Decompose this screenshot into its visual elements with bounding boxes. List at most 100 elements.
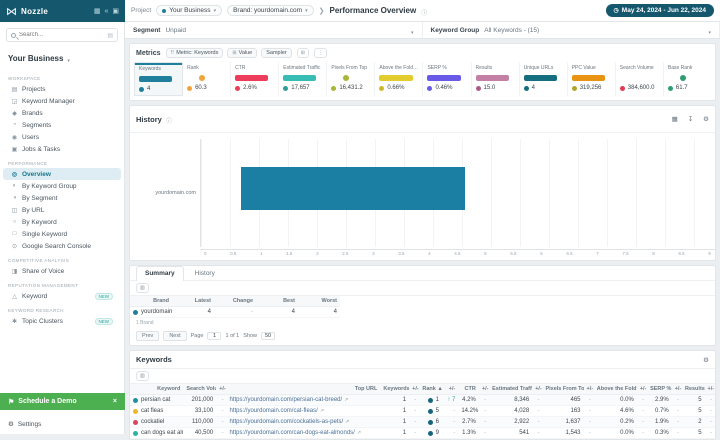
sidebar-item[interactable]: ◆ Brands	[3, 107, 121, 119]
sidebar-item[interactable]: ◔ Segments	[3, 119, 121, 131]
grid-view-icon[interactable]: ⊞	[297, 48, 309, 58]
apps-icon[interactable]: ▣	[112, 7, 119, 15]
history-bar[interactable]	[241, 167, 465, 210]
sidebar-item[interactable]: ◫ By URL	[3, 204, 121, 216]
metric-card[interactable]: Base Rank 61.7	[664, 62, 711, 96]
keywords-column-header[interactable]: CTR	[458, 384, 479, 395]
sidebar-item[interactable]: ◑ By Segment	[3, 192, 121, 204]
summary-column-header[interactable]: Latest	[172, 296, 214, 307]
keyword-group-filter[interactable]: Keyword Group All Keywords - (15)	[423, 22, 720, 38]
sidebar-item[interactable]: ◲ Keyword Manager	[3, 95, 121, 107]
keywords-column-header[interactable]: +/-	[532, 384, 542, 395]
top-url[interactable]: https://yourdomain.com/cockatiels-as-pet…	[226, 417, 380, 428]
external-link-icon[interactable]	[318, 408, 324, 414]
columns-icon[interactable]: ▥	[136, 283, 149, 293]
external-link-icon[interactable]	[343, 419, 349, 425]
info-icon[interactable]	[421, 2, 427, 20]
external-link-icon[interactable]	[342, 397, 348, 403]
metric-card[interactable]: Pixels From Top 16,431.2	[327, 62, 375, 96]
keywords-column-header[interactable]: +/-	[705, 384, 715, 395]
summary-column-header[interactable]: Worst	[298, 296, 340, 307]
grid-icon[interactable]: ▦	[94, 7, 101, 15]
metric-chip[interactable]: ⠿ Metric: Keywords	[166, 48, 224, 58]
keywords-column-header[interactable]: Results	[682, 384, 705, 395]
tab[interactable]: Summary	[136, 266, 184, 281]
search-input[interactable]	[19, 32, 89, 38]
gear-icon[interactable]: ⚙	[703, 356, 709, 364]
next-page-button[interactable]: Next	[163, 331, 186, 341]
metric-chip[interactable]: ⊞ Value	[227, 48, 257, 58]
metric-card[interactable]: PPC Value 319,256	[568, 62, 616, 96]
metric-card[interactable]: Keywords 4	[134, 62, 183, 96]
external-link-icon[interactable]	[355, 430, 361, 436]
keywords-column-header[interactable]: +/-	[442, 384, 458, 395]
summary-column-header[interactable]: Change	[214, 296, 256, 307]
metric-card[interactable]: Rank 60.3	[183, 62, 231, 96]
keywords-column-header[interactable]: +/-	[672, 384, 682, 395]
keyword-row[interactable]: cat fleas 33,100 - https://yourdomain.co…	[130, 406, 715, 417]
schedule-demo-button[interactable]: ⚑ Schedule a Demo ×	[0, 393, 125, 410]
keyword-row[interactable]: cockatiel 110,000 - https://yourdomain.c…	[130, 417, 715, 428]
keywords-column-header[interactable]: Keywords	[380, 384, 409, 395]
gear-icon[interactable]: ⚙	[703, 115, 709, 123]
segment-filter[interactable]: Segment Unpaid	[125, 22, 423, 38]
brand-selector[interactable]: Brand: yourdomain.com	[227, 5, 314, 16]
metric-card[interactable]: Above the Fold % 0.66%	[375, 62, 423, 96]
metric-card[interactable]: Unique URLs 4	[520, 62, 568, 96]
search-box[interactable]: ▤	[6, 28, 118, 42]
sidebar-item[interactable]: ⊙ Google Search Console	[3, 240, 121, 252]
date-range-button[interactable]: ◷ May 24, 2024 - Jun 22, 2024	[606, 4, 714, 17]
info-icon[interactable]	[166, 110, 172, 128]
top-url[interactable]: https://yourdomain.com/persian-cat-breed…	[226, 395, 380, 406]
keywords-column-header[interactable]: +/-	[216, 384, 226, 395]
metric-card[interactable]: Results 15.0	[472, 62, 520, 96]
keywords-column-header[interactable]: +/-	[584, 384, 594, 395]
collapse-sidebar-icon[interactable]: «	[104, 8, 108, 15]
metric-card[interactable]: CTR 2.6%	[231, 62, 279, 96]
top-url[interactable]: https://yourdomain.com/cat-fleas/	[226, 406, 380, 417]
metric-card[interactable]: SERP % 0.46%	[423, 62, 471, 96]
top-url[interactable]: https://yourdomain.com/can-dogs-eat-almo…	[226, 428, 380, 439]
sidebar-item[interactable]: ◐ By Keyword Group	[3, 180, 121, 192]
summary-column-header[interactable]: Brand	[130, 296, 172, 307]
more-options-icon[interactable]: ⋮	[314, 48, 327, 58]
show-input[interactable]	[261, 332, 275, 340]
keyword-row[interactable]: can dogs eat almonds 40,500 - https://yo…	[130, 428, 715, 439]
columns-icon[interactable]: ▥	[136, 371, 149, 381]
metric-card[interactable]: Search Volume 384,600.0	[616, 62, 664, 96]
sidebar-item[interactable]: ▣ Jobs & Tasks	[3, 143, 121, 155]
keywords-column-header[interactable]: Keyword	[130, 384, 183, 395]
sidebar-item[interactable]: ◨ Share of Voice	[3, 265, 121, 277]
close-icon[interactable]: ×	[113, 398, 117, 405]
sidebar-item-settings[interactable]: ⚙ Settings	[0, 418, 125, 430]
keywords-column-header[interactable]: SERP %	[647, 384, 672, 395]
metric-chip[interactable]: Sampler	[261, 48, 291, 58]
sidebar-item[interactable]: ◉ Users	[3, 131, 121, 143]
page-input[interactable]	[207, 332, 221, 340]
chart-type-icon[interactable]: ▦	[672, 115, 678, 123]
sidebar-item[interactable]: ◎ Overview	[3, 168, 121, 180]
keywords-column-header[interactable]: Estimated Traffic	[489, 384, 532, 395]
sidebar-item[interactable]: □ Single Keyword	[3, 228, 121, 240]
sidebar-item[interactable]: ▤ Projects	[3, 83, 121, 95]
keywords-column-header[interactable]: Above the Fold %	[594, 384, 637, 395]
download-icon[interactable]: ↧	[688, 115, 693, 123]
keywords-column-header[interactable]: +/-	[479, 384, 489, 395]
sidebar-item[interactable]: ✱ Topic Clusters NEW	[3, 315, 121, 327]
sidebar-item[interactable]: △ Keyword NEW	[3, 290, 121, 302]
metric-card[interactable]: Estimated Traffic 17,657	[279, 62, 327, 96]
keywords-column-header[interactable]: +/-	[409, 384, 419, 395]
prev-page-button[interactable]: Prev	[136, 331, 159, 341]
keywords-column-header[interactable]: Pixels From Top	[542, 384, 583, 395]
summary-column-header[interactable]: Best	[256, 296, 298, 307]
keywords-column-header[interactable]: Search Volume	[183, 384, 216, 395]
sidebar-item[interactable]: ○ By Keyword	[3, 216, 121, 228]
summary-row[interactable]: yourdomain.com 4 - 4 4	[130, 307, 340, 318]
tab[interactable]: History	[186, 266, 224, 280]
business-selector[interactable]: Your Business	[0, 46, 124, 70]
keyword-row[interactable]: persian cat 201,000 - https://yourdomain…	[130, 395, 715, 406]
keywords-column-header[interactable]: Top URL	[226, 384, 380, 395]
keywords-column-header[interactable]: Rank ▲	[419, 384, 442, 395]
project-selector[interactable]: Your Business	[156, 5, 222, 16]
keywords-column-header[interactable]: +/-	[637, 384, 647, 395]
